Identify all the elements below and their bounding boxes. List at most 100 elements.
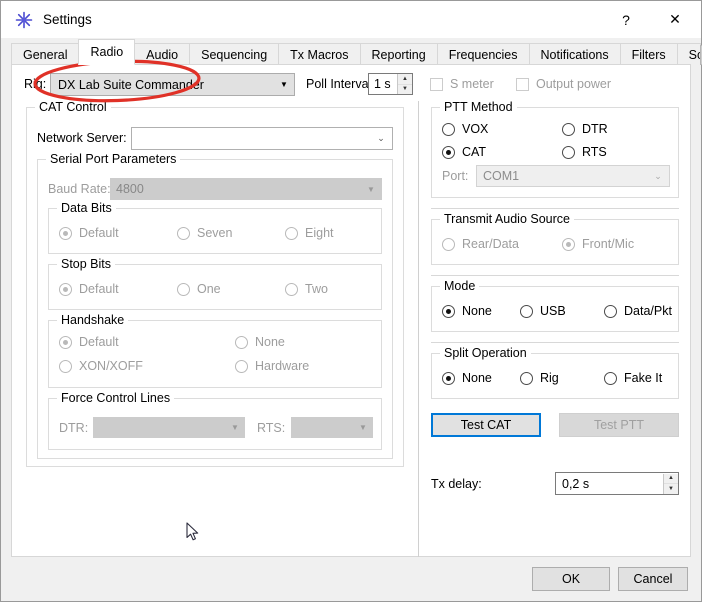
split-option-rig[interactable]: Rig <box>520 371 559 385</box>
dtr-select: ▼ <box>93 417 245 438</box>
s-meter-label: S meter <box>450 77 494 91</box>
ptt-option-dtr[interactable]: DTR <box>562 122 608 136</box>
split-option-fake-it[interactable]: Fake It <box>604 371 662 385</box>
tx-delay-stepper[interactable]: 0,2 s ▲ ▼ <box>555 472 679 495</box>
tas-front-mic-label: Front/Mic <box>582 237 635 251</box>
radio-indicator <box>442 122 455 136</box>
tas-rear-data-label: Rear/Data <box>462 237 519 251</box>
spin-up-icon[interactable]: ▲ <box>398 74 412 85</box>
ptt-dtr-label: DTR <box>582 122 608 136</box>
chevron-down-icon: ▼ <box>367 184 375 194</box>
spin-down-icon[interactable]: ▼ <box>398 84 412 94</box>
stop-bits-one-label: One <box>197 282 221 296</box>
mode-option-usb[interactable]: USB <box>520 304 566 318</box>
data-bits-option-eight: Eight <box>285 226 334 240</box>
chevron-down-icon: ▼ <box>231 423 239 432</box>
ptt-method-title: PTT Method <box>440 100 517 114</box>
mode-usb-label: USB <box>540 304 566 318</box>
radio-indicator <box>520 371 533 385</box>
tab-general[interactable]: General <box>11 43 80 65</box>
radio-top-row: Rig: DX Lab Suite Commander ▼ Poll Inter… <box>12 65 692 103</box>
rig-select[interactable]: DX Lab Suite Commander ▼ <box>50 73 295 96</box>
stop-bits-group: Stop Bits Default One Two <box>48 257 382 310</box>
spin-down-icon[interactable]: ▼ <box>664 484 678 494</box>
settings-window: Settings ? ✕ General Radio Audio Sequenc… <box>0 0 702 602</box>
dtr-label: DTR: <box>59 421 89 435</box>
radio-indicator <box>285 226 298 240</box>
handshake-none-label: None <box>255 335 285 349</box>
tab-notifications[interactable]: Notifications <box>528 43 621 65</box>
serial-port-parameters-title: Serial Port Parameters <box>46 152 181 166</box>
tab-frequencies[interactable]: Frequencies <box>436 43 530 65</box>
radio-indicator <box>442 145 455 159</box>
section-divider <box>431 342 679 343</box>
ptt-option-vox[interactable]: VOX <box>442 122 488 136</box>
tab-radio[interactable]: Radio <box>78 39 136 65</box>
output-power-checkbox[interactable]: Output power <box>516 77 611 91</box>
poll-interval-spin-buttons[interactable]: ▲ ▼ <box>397 74 412 94</box>
tas-option-rear-data: Rear/Data <box>442 237 519 251</box>
stop-bits-option-two: Two <box>285 282 328 296</box>
radio-indicator <box>442 237 455 251</box>
ptt-option-rts[interactable]: RTS <box>562 145 607 159</box>
tx-delay-spin-buttons[interactable]: ▲ ▼ <box>663 473 678 494</box>
window-controls: ? ✕ <box>603 1 701 38</box>
ptt-option-cat[interactable]: CAT <box>442 145 486 159</box>
s-meter-checkbox[interactable]: S meter <box>430 77 494 91</box>
split-operation-title: Split Operation <box>440 346 531 360</box>
handshake-hardware-label: Hardware <box>255 359 310 373</box>
tx-delay-value: 0,2 s <box>562 476 590 491</box>
radio-indicator <box>604 371 617 385</box>
rts-select: ▼ <box>291 417 373 438</box>
tab-scheduler[interactable]: Schedu <box>676 43 701 65</box>
ptt-cat-label: CAT <box>462 145 487 159</box>
help-button[interactable]: ? <box>603 1 649 38</box>
section-divider <box>431 275 679 276</box>
radio-indicator <box>59 282 72 296</box>
ptt-method-group: PTT Method VOX DTR CAT RTS Port: COM1 ⌄ <box>431 100 679 198</box>
section-divider <box>431 208 679 209</box>
cancel-button[interactable]: Cancel <box>618 567 688 591</box>
tab-audio[interactable]: Audio <box>134 43 191 65</box>
test-ptt-button: Test PTT <box>559 413 679 437</box>
chevron-down-icon: ▼ <box>280 80 288 89</box>
tx-delay-label: Tx delay: <box>431 477 482 491</box>
mode-title: Mode <box>440 279 480 293</box>
tab-sequencing[interactable]: Sequencing <box>189 43 280 65</box>
data-bits-seven-label: Seven <box>197 226 233 240</box>
checkbox-box <box>516 77 529 91</box>
rig-select-value: DX Lab Suite Commander <box>58 77 204 92</box>
split-option-none[interactable]: None <box>442 371 492 385</box>
handshake-option-none: None <box>235 335 285 349</box>
baud-rate-select: 4800 ▼ <box>110 178 382 200</box>
network-server-select[interactable]: ⌄ <box>131 127 393 150</box>
poll-interval-value: 1 s <box>374 77 391 91</box>
baud-rate-label: Baud Rate: <box>48 182 111 196</box>
split-fake-it-label: Fake It <box>624 371 663 385</box>
tab-filters[interactable]: Filters <box>619 43 678 65</box>
data-bits-eight-label: Eight <box>305 226 334 240</box>
radio-indicator <box>59 226 72 240</box>
spin-up-icon[interactable]: ▲ <box>664 473 678 484</box>
poll-interval-stepper[interactable]: 1 s ▲ ▼ <box>368 73 413 95</box>
force-control-lines-group: Force Control Lines DTR: ▼ RTS: ▼ <box>48 391 382 450</box>
radio-indicator <box>604 304 617 318</box>
mode-option-data-pkt[interactable]: Data/Pkt <box>604 304 672 318</box>
mode-none-label: None <box>462 304 492 318</box>
ok-button[interactable]: OK <box>532 567 610 591</box>
data-bits-title: Data Bits <box>57 201 116 215</box>
mode-option-none[interactable]: None <box>442 304 492 318</box>
test-cat-button[interactable]: Test CAT <box>431 413 541 437</box>
stop-bits-title: Stop Bits <box>57 257 116 271</box>
stop-bits-default-label: Default <box>79 282 119 296</box>
port-label: Port: <box>442 169 469 183</box>
radio-indicator <box>442 371 455 385</box>
tab-tx-macros[interactable]: Tx Macros <box>278 43 361 65</box>
close-button[interactable]: ✕ <box>649 1 701 38</box>
radio-indicator <box>177 226 190 240</box>
stop-bits-option-one: One <box>177 282 221 296</box>
radio-indicator <box>562 237 575 251</box>
split-rig-label: Rig <box>540 371 559 385</box>
chevron-down-icon: ⌄ <box>377 133 385 143</box>
tab-reporting[interactable]: Reporting <box>359 43 438 65</box>
